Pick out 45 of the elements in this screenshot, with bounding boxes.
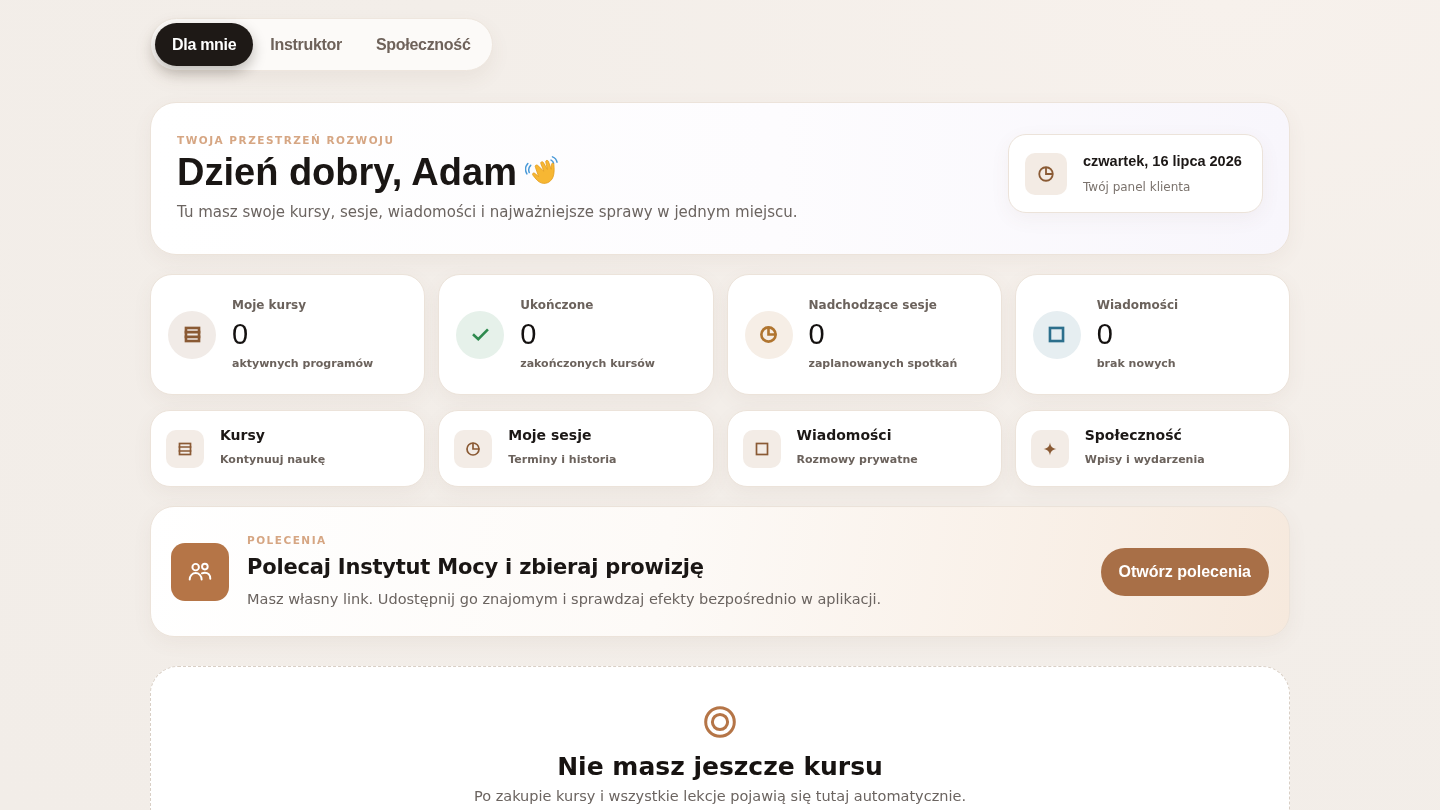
- shortcut-card[interactable]: Społeczność Wpisy i wydarzenia: [1014, 410, 1290, 487]
- empty-state-title: Nie masz jeszcze kursu: [556, 752, 884, 782]
- people-icon: [171, 542, 229, 601]
- shortcut-title: Moje sesje: [508, 425, 593, 445]
- referral-title: Polecaj Instytut Mocy i zbieraj prowizję: [247, 554, 705, 582]
- date-caption: Twój panel klienta: [1083, 179, 1192, 197]
- stat-value: 0: [808, 318, 826, 351]
- greeting-subtitle: Tu masz swoje kursy, sesje, wiadomości i najważniejsze sprawy w jednym miejscu.: [177, 202, 798, 224]
- stat-label: Moje kursy: [232, 297, 308, 315]
- target-icon: [704, 706, 736, 738]
- shortcut-subtitle: Wpisy i wydarzenia: [1084, 451, 1205, 468]
- eyebrow-label: TWOJA PRZESTRZEŃ ROZWOJU: [177, 133, 396, 149]
- tab[interactable]: Społeczność: [359, 23, 488, 66]
- stat-caption: brak nowych: [1096, 356, 1177, 373]
- section-label: POLECENIA: [247, 532, 328, 548]
- referral-description: Masz własny link. Udostępnij go znajomym i sprawdzaj efekty bezpośrednio w aplikacji.: [247, 589, 883, 609]
- stat-caption: zaplanowanych spotkań: [808, 356, 958, 373]
- stat-value: 0: [520, 318, 538, 351]
- clock-icon: [454, 429, 493, 468]
- stat-caption: aktywnych programów: [232, 356, 374, 373]
- shortcut-subtitle: Terminy i historia: [508, 451, 617, 468]
- clock-icon: [1025, 152, 1067, 195]
- stat-label: Nadchodzące sesje: [808, 297, 938, 315]
- greeting-title: Dzień dobry, Adam: [177, 150, 517, 196]
- shortcut-title: Społeczność: [1084, 425, 1183, 445]
- empty-state-text: Po zakupie kursy i wszystkie lekcje pojawią się tutaj automatycznie.: [472, 787, 968, 806]
- date-text: czwartek, 16 lipca 2026: [1083, 151, 1242, 171]
- shortcut-subtitle: Kontynuuj naukę: [220, 451, 326, 468]
- shortcut-card[interactable]: Moje sesje Terminy i historia: [438, 410, 714, 487]
- tab[interactable]: Instruktor: [253, 23, 359, 66]
- shortcut-card[interactable]: Kursy Kontynuuj naukę: [150, 410, 426, 487]
- shortcut-title: Kursy: [220, 425, 266, 445]
- stat-caption: zakończonych kursów: [520, 356, 655, 373]
- stat-label: Wiadomości: [1096, 297, 1179, 315]
- list-icon: [168, 310, 216, 359]
- tab[interactable]: Dla mnie: [155, 23, 254, 66]
- sparkle-icon: [1030, 429, 1069, 468]
- shortcut-card[interactable]: Wiadomości Rozmowy prywatne: [726, 410, 1002, 487]
- stat-value: 0: [232, 318, 250, 351]
- stat-label: Ukończone: [520, 297, 595, 315]
- list-icon: [166, 429, 204, 468]
- open-referrals-button[interactable]: Otwórz polecenia: [1100, 547, 1269, 596]
- shortcut-title: Wiadomości: [796, 425, 893, 445]
- stat-value: 0: [1096, 318, 1114, 351]
- shortcut-subtitle: Rozmowy prywatne: [796, 451, 918, 468]
